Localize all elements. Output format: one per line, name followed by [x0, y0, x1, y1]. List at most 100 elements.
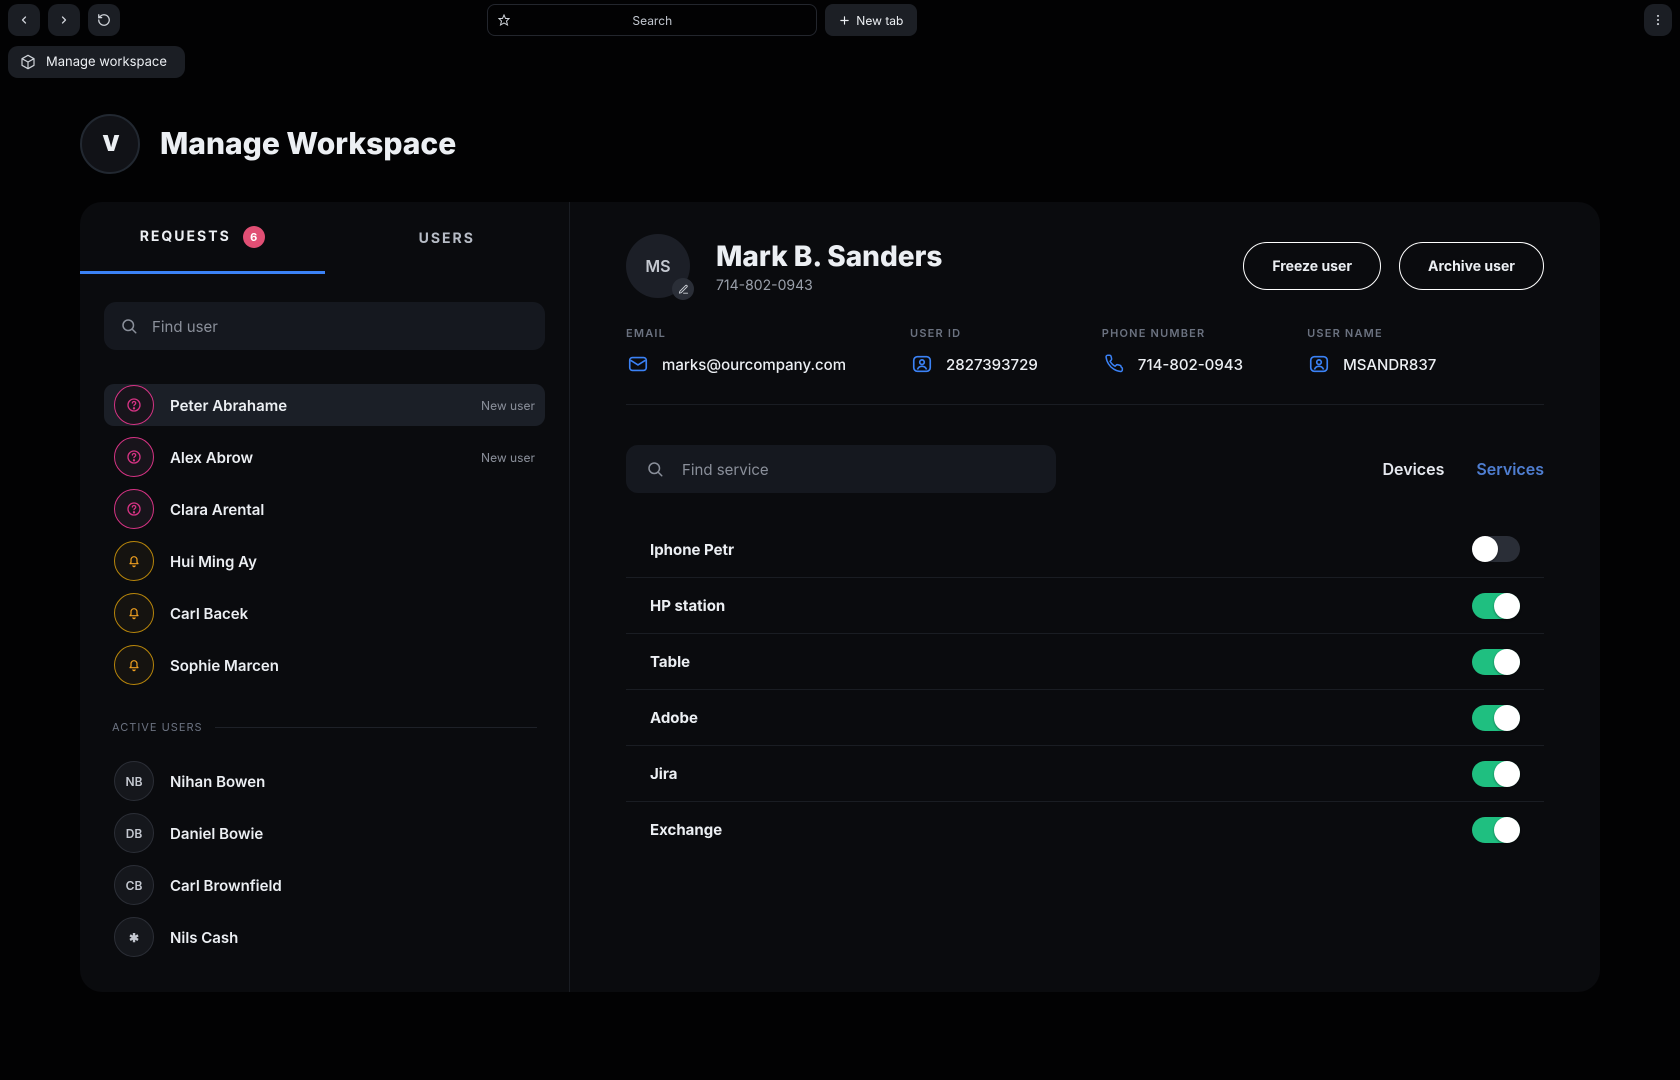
service-toggle[interactable]: [1472, 593, 1520, 619]
chevron-left-icon: [18, 14, 30, 26]
toggle-knob: [1494, 761, 1520, 787]
request-list: Peter Abrahame New user Alex AbrowNew user…: [80, 368, 569, 702]
user-id-icon: [910, 352, 934, 376]
tab-requests[interactable]: REQUESTS 6: [80, 202, 325, 274]
request-item[interactable]: Sophie Marcen: [104, 644, 545, 686]
star-icon[interactable]: [498, 14, 510, 26]
toggle-knob: [1494, 593, 1520, 619]
plus-icon: [839, 15, 850, 26]
workspace-panel: REQUESTS 6 USERS Find user Peter Abraham…: [80, 202, 1600, 992]
active-user-list: NBNihan Bowen DBDaniel Bowie CBCarl Brownf…: [80, 744, 569, 974]
new-tab-button[interactable]: New tab: [825, 4, 917, 36]
active-user-name: Nils Cash: [170, 928, 238, 947]
phone-value: 714-802-0943: [1138, 355, 1243, 374]
nav-reload-button[interactable]: [88, 4, 120, 36]
request-item[interactable]: Hui Ming Ay: [104, 540, 545, 582]
toggle-knob: [1494, 649, 1520, 675]
request-item-name: Clara Arental: [170, 500, 264, 519]
request-item-name: Peter Abrahame: [170, 396, 287, 415]
service-toggle[interactable]: [1472, 536, 1520, 562]
service-name: HP station: [650, 596, 725, 615]
chevron-right-icon: [58, 14, 70, 26]
avatar-initials: MS: [645, 256, 670, 276]
nav-back-button[interactable]: [8, 4, 40, 36]
mail-icon: [626, 352, 650, 376]
service-name: Iphone Petr: [650, 540, 734, 559]
request-item[interactable]: Peter Abrahame New user: [104, 384, 545, 426]
tab-devices[interactable]: Devices: [1383, 459, 1445, 479]
sidebar: REQUESTS 6 USERS Find user Peter Abraham…: [80, 202, 570, 992]
request-item[interactable]: Alex AbrowNew user: [104, 436, 545, 478]
freeze-user-button[interactable]: Freeze user: [1243, 242, 1381, 290]
service-row: Adobe: [626, 689, 1544, 745]
email-label: EMAIL: [626, 326, 846, 340]
username-value: MSANDR837: [1343, 355, 1436, 374]
service-toggle[interactable]: [1472, 705, 1520, 731]
services-toolbar: Find service Devices Services: [626, 433, 1544, 493]
phone-label: PHONE NUMBER: [1102, 326, 1243, 340]
request-item[interactable]: Carl Bacek: [104, 592, 545, 634]
bell-icon: [114, 541, 154, 581]
window-menu-button[interactable]: [1644, 4, 1672, 36]
request-item-name: Sophie Marcen: [170, 656, 279, 675]
service-name: Adobe: [650, 708, 698, 727]
tab-users-label: USERS: [419, 230, 475, 247]
page-header: V Manage Workspace: [8, 86, 1672, 202]
avatar-initials-icon: ✱: [114, 917, 154, 957]
kebab-icon: [1651, 13, 1665, 27]
service-name: Exchange: [650, 820, 722, 839]
service-toggle[interactable]: [1472, 817, 1520, 843]
request-item-name: Carl Bacek: [170, 604, 248, 623]
question-icon: [114, 489, 154, 529]
service-row: Exchange: [626, 801, 1544, 857]
active-user-name: Nihan Bowen: [170, 772, 265, 791]
service-toggle[interactable]: [1472, 649, 1520, 675]
browser-tab-label: Manage workspace: [46, 54, 167, 70]
omnibox[interactable]: Search: [487, 4, 817, 36]
active-user-item[interactable]: ✱ Nils Cash: [104, 916, 545, 958]
request-item-name: Hui Ming Ay: [170, 552, 257, 571]
profile-name: Mark B. Sanders: [716, 239, 942, 273]
tab-users[interactable]: USERS: [325, 202, 570, 274]
request-item-name: Alex Abrow: [170, 448, 253, 467]
bell-icon: [114, 593, 154, 633]
service-toggle[interactable]: [1472, 761, 1520, 787]
browser-titlebar: Search New tab: [0, 0, 1680, 40]
active-users-label: ACTIVE USERS: [112, 720, 203, 734]
tab-strip: Manage workspace: [0, 40, 1680, 86]
service-list: Iphone Petr HP station Table Adobe Jira Excha…: [626, 521, 1544, 857]
toggle-knob: [1494, 705, 1520, 731]
active-user-item[interactable]: CBCarl Brownfield: [104, 864, 545, 906]
question-icon: [114, 385, 154, 425]
avatar-initials-icon: CB: [114, 865, 154, 905]
email-value: marks@ourcompany.com: [662, 355, 846, 374]
avatar: MS: [626, 234, 690, 298]
find-service-input[interactable]: Find service: [626, 445, 1056, 493]
service-row: Table: [626, 633, 1544, 689]
bell-icon: [114, 645, 154, 685]
request-item[interactable]: Clara Arental: [104, 488, 545, 530]
service-row: Iphone Petr: [626, 521, 1544, 577]
service-row: HP station: [626, 577, 1544, 633]
archive-user-button[interactable]: Archive user: [1399, 242, 1544, 290]
username-icon: [1307, 352, 1331, 376]
find-user-input[interactable]: Find user: [104, 302, 545, 350]
browser-tab[interactable]: Manage workspace: [8, 46, 185, 78]
tab-services[interactable]: Services: [1476, 459, 1544, 479]
username-label: USER NAME: [1307, 326, 1436, 340]
nav-forward-button[interactable]: [48, 4, 80, 36]
edit-avatar-button[interactable]: [672, 278, 694, 300]
pencil-icon: [678, 284, 689, 295]
service-name: Table: [650, 652, 690, 671]
question-icon: [114, 437, 154, 477]
search-icon: [646, 460, 664, 478]
cube-icon: [20, 54, 36, 70]
profile-subphone: 714-802-0943: [716, 277, 942, 294]
active-user-name: Daniel Bowie: [170, 824, 263, 843]
active-user-item[interactable]: DBDaniel Bowie: [104, 812, 545, 854]
profile-header: MS Mark B. Sanders 714-802-0943 Freeze u…: [626, 234, 1544, 298]
request-item-tag: New user: [481, 398, 535, 413]
active-user-item[interactable]: NBNihan Bowen: [104, 760, 545, 802]
toggle-knob: [1494, 817, 1520, 843]
service-name: Jira: [650, 764, 677, 783]
